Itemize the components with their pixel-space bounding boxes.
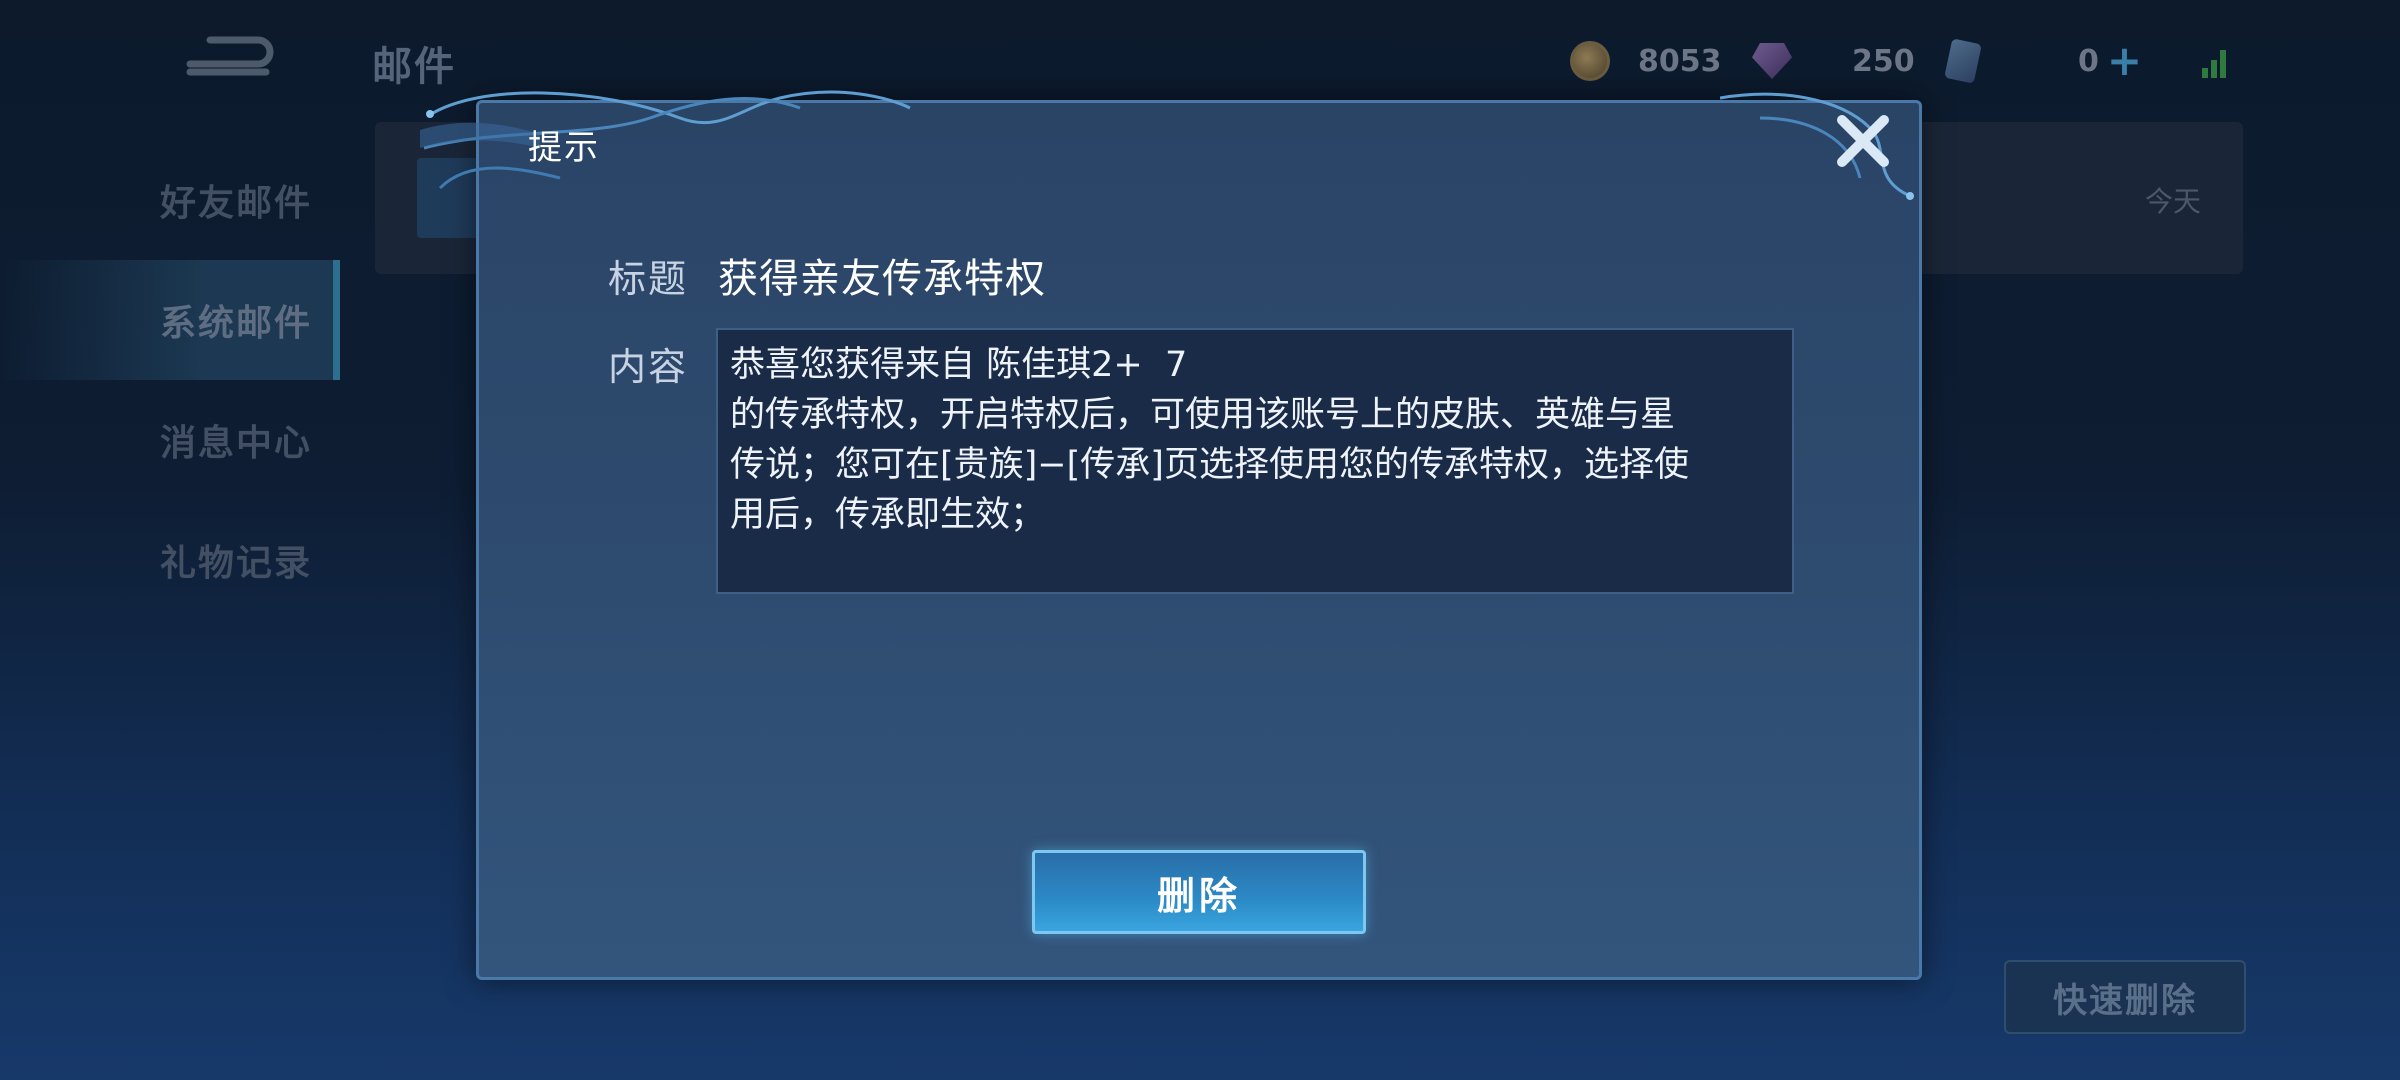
content-line: 传说；您可在[贵族]−[传承]页选择使用您的传承特权，选择使 bbox=[730, 445, 1689, 485]
page-title: 邮件 bbox=[372, 44, 456, 90]
quick-delete-button[interactable]: 快速删除 bbox=[2004, 960, 2246, 1034]
mail-date: 今天 bbox=[2144, 185, 2201, 218]
subject-value: 获得亲友传承特权 bbox=[718, 256, 1046, 302]
content-line: 用后，传承即生效； bbox=[730, 495, 1046, 535]
delete-label: 删除 bbox=[1156, 873, 1241, 918]
gold-currency: 8053 bbox=[1570, 36, 1722, 86]
content-box: 恭喜您获得来自 陈佳琪2+ 7 的传承特权，开启特权后，可使用该账号上的皮肤、英… bbox=[716, 328, 1794, 594]
sidebar-item-label: 好友邮件 bbox=[160, 183, 313, 224]
back-button[interactable] bbox=[180, 30, 280, 82]
close-icon bbox=[1837, 115, 1889, 167]
sidebar-item-message-center[interactable]: 消息中心 bbox=[0, 380, 340, 500]
plus-icon[interactable]: + bbox=[2107, 40, 2142, 82]
gold-amount: 8053 bbox=[1638, 43, 1722, 79]
card-currency[interactable]: 0 + bbox=[1944, 36, 2142, 86]
back-arrow-icon bbox=[186, 36, 274, 76]
sidebar-item-label: 消息中心 bbox=[160, 423, 313, 464]
dialog-title: 提示 bbox=[528, 128, 600, 168]
gem-icon bbox=[1752, 43, 1792, 79]
sidebar-item-gift-records[interactable]: 礼物记录 bbox=[0, 500, 340, 620]
gem-currency: 250 bbox=[1752, 36, 1915, 86]
sidebar-item-label: 系统邮件 bbox=[160, 303, 313, 344]
quick-delete-label: 快速删除 bbox=[2053, 980, 2197, 1021]
sidebar-item-label: 礼物记录 bbox=[160, 543, 313, 584]
content-line: 恭喜您获得来自 陈佳琪2+ 7 bbox=[730, 345, 1188, 385]
content-line: 的传承特权，开启特权后，可使用该账号上的皮肤、英雄与星 bbox=[730, 395, 1676, 435]
card-icon bbox=[1944, 38, 1982, 84]
close-button[interactable] bbox=[1832, 110, 1894, 172]
content-label: 内容 bbox=[608, 345, 689, 389]
signal-icon bbox=[2202, 50, 2226, 78]
card-amount: 0 bbox=[2078, 43, 2099, 79]
sidebar: 好友邮件 系统邮件 消息中心 礼物记录 bbox=[0, 140, 340, 620]
subject-label: 标题 bbox=[608, 257, 689, 301]
gold-coin-icon bbox=[1570, 41, 1610, 81]
gem-amount: 250 bbox=[1852, 43, 1915, 79]
delete-button[interactable]: 删除 bbox=[1032, 850, 1366, 934]
sidebar-item-system-mail[interactable]: 系统邮件 bbox=[0, 260, 340, 380]
sidebar-item-friend-mail[interactable]: 好友邮件 bbox=[0, 140, 340, 260]
